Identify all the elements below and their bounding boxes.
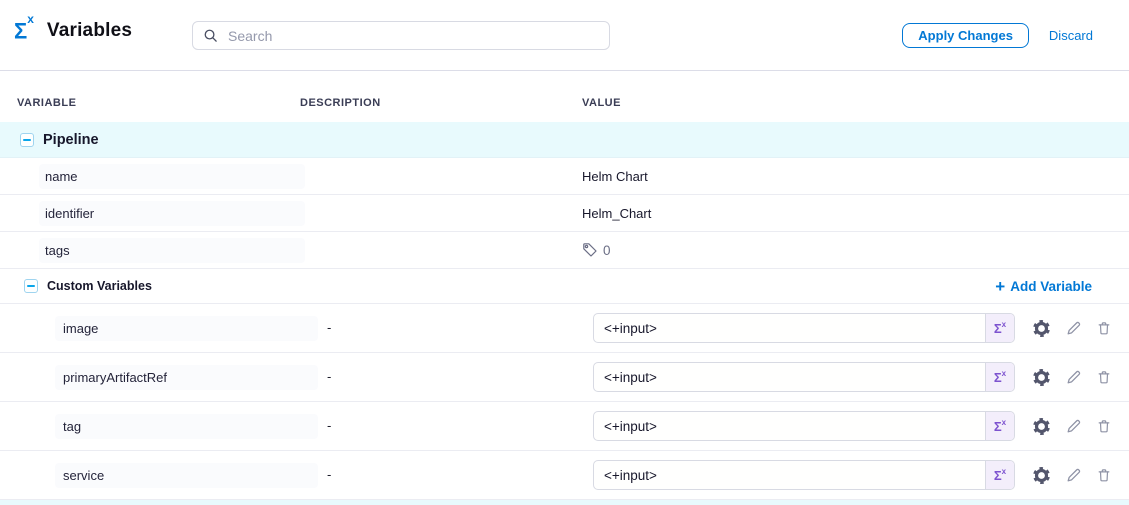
plus-icon: + [995,278,1005,295]
table-row-name: name Helm Chart [0,158,1129,195]
description-value: - [327,369,331,384]
delete-trash-icon[interactable] [1094,416,1114,436]
tags-count: 0 [582,242,611,258]
section-row-custom-variables[interactable]: Custom Variables + Add Variable [0,269,1129,304]
table-row-tags: tags 0 [0,232,1129,269]
column-header-value: VALUE [582,97,1129,109]
table-row-image: image - Σx [0,304,1129,353]
description-value: - [327,418,331,433]
header-actions: Apply Changes Discard [902,23,1093,48]
table-header: VARIABLE DESCRIPTION VALUE [0,71,1129,122]
settings-gear-icon[interactable] [1031,367,1051,387]
edit-pencil-icon[interactable] [1063,367,1083,387]
tags-count-value: 0 [603,243,611,258]
delete-trash-icon[interactable] [1094,318,1114,338]
variable-tag-label: tag [55,414,318,439]
value-input[interactable]: Σx [593,411,1015,441]
table-row-primaryartifactref: primaryArtifactRef - Σx [0,353,1129,402]
variable-service-label: service [55,463,318,488]
column-header-description: DESCRIPTION [300,97,582,109]
settings-gear-icon[interactable] [1031,318,1051,338]
value-input[interactable]: Σx [593,460,1015,490]
settings-gear-icon[interactable] [1031,416,1051,436]
value-input-field[interactable] [594,363,985,391]
page-title: Variables [47,20,132,42]
discard-button[interactable]: Discard [1049,28,1093,43]
table-row-service: service - Σx [0,451,1129,500]
search-input[interactable] [226,27,599,45]
value-input-field[interactable] [594,314,985,342]
edit-pencil-icon[interactable] [1063,416,1083,436]
expression-sigma-badge[interactable]: Σx [985,363,1014,391]
edit-pencil-icon[interactable] [1063,465,1083,485]
section-label: Pipeline [43,132,99,148]
collapse-minus-icon[interactable] [20,133,34,147]
table-row-tag: tag - Σx [0,402,1129,451]
section-row-pipeline[interactable]: Pipeline [0,122,1129,158]
edit-pencil-icon[interactable] [1063,318,1083,338]
expression-sigma-badge[interactable]: Σx [985,412,1014,440]
value-input-field[interactable] [594,461,985,489]
expression-sigma-badge[interactable]: Σx [985,314,1014,342]
variable-primaryartifactref-label: primaryArtifactRef [55,365,318,390]
column-header-variable: VARIABLE [0,97,300,109]
delete-trash-icon[interactable] [1094,465,1114,485]
variable-tags-label: tags [39,238,305,263]
variables-sigma-icon: Σx [14,20,34,42]
page-title-group: Σx Variables [14,20,132,42]
search-box[interactable] [192,21,610,50]
value-input-field[interactable] [594,412,985,440]
next-section-peek [0,500,1129,505]
search-icon [203,28,218,43]
variable-name-label: name [39,164,305,189]
variable-image-label: image [55,316,318,341]
add-variable-button[interactable]: + Add Variable [995,278,1092,295]
expression-sigma-badge[interactable]: Σx [985,461,1014,489]
table-row-identifier: identifier Helm_Chart [0,195,1129,232]
settings-gear-icon[interactable] [1031,465,1051,485]
delete-trash-icon[interactable] [1094,367,1114,387]
variable-identifier-value: Helm_Chart [582,206,651,221]
variable-identifier-label: identifier [39,201,305,226]
value-input[interactable]: Σx [593,362,1015,392]
value-input[interactable]: Σx [593,313,1015,343]
collapse-minus-icon[interactable] [24,279,38,293]
tag-icon [582,242,598,258]
add-variable-label: Add Variable [1010,279,1092,294]
section-label: Custom Variables [47,279,152,293]
variable-name-value: Helm Chart [582,169,648,184]
description-value: - [327,320,331,335]
apply-changes-button[interactable]: Apply Changes [902,23,1029,48]
header: Σx Variables Apply Changes Discard [0,0,1129,70]
description-value: - [327,467,331,482]
